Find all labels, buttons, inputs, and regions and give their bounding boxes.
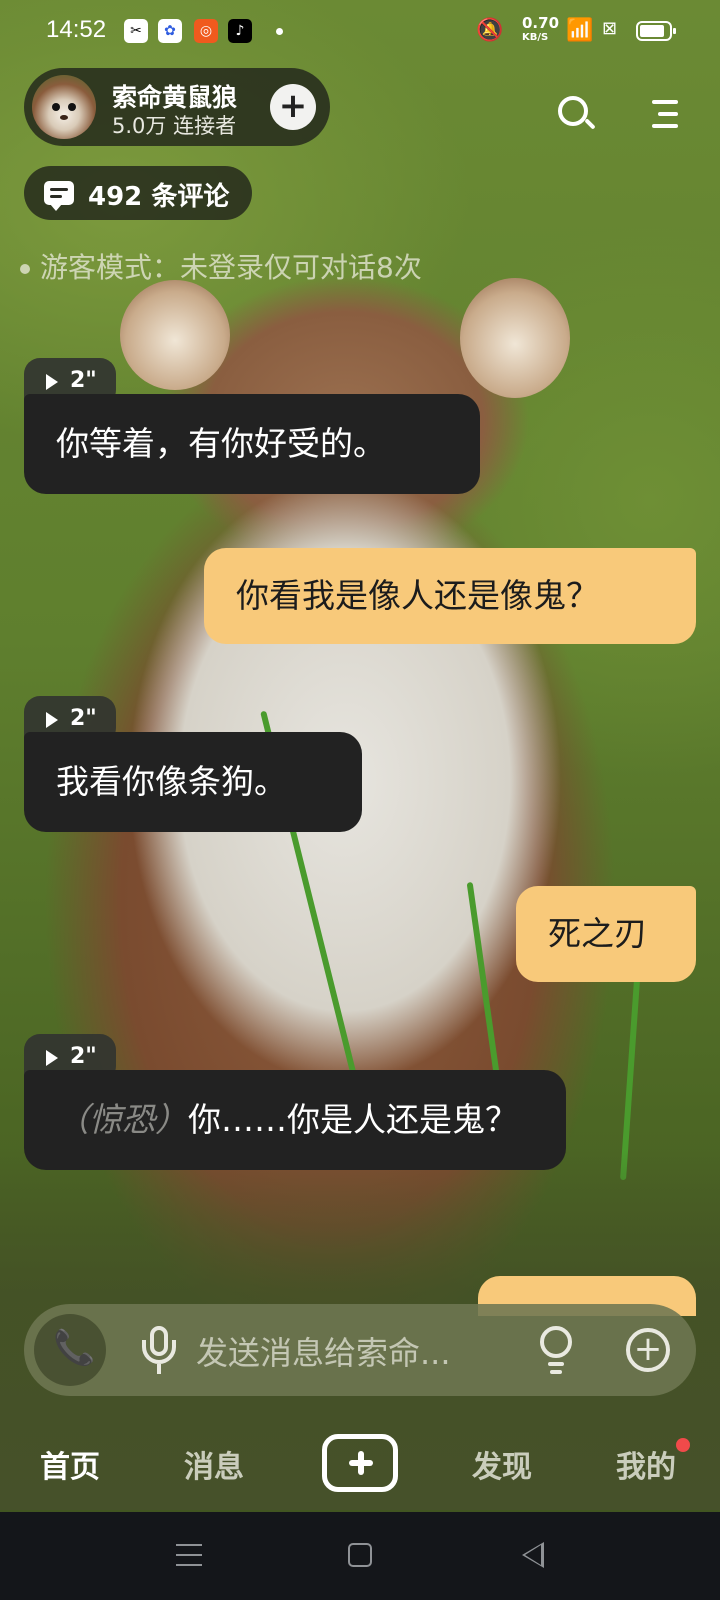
- guest-mode-text: 游客模式：未登录仅可对话8次: [40, 251, 422, 284]
- user-message-bubble[interactable]: 死之刃: [516, 886, 696, 982]
- message-input[interactable]: 发送消息给索命...: [196, 1328, 451, 1374]
- phone-icon: 📞: [53, 1328, 96, 1368]
- bot-message-bubble[interactable]: 我看你像条狗。: [24, 732, 362, 832]
- bot-message-bubble[interactable]: （惊恐）你……你是人还是鬼？: [24, 1070, 566, 1170]
- notification-badge: [676, 1438, 690, 1452]
- status-bar: 14:52 ✂ ✿ ◎ ♪ 🔕 0.70 KB/S 📶 ⊠: [0, 0, 720, 66]
- bottom-navigation: 首页 消息 发现 我的: [0, 1418, 720, 1512]
- add-attachment-icon[interactable]: +: [626, 1328, 670, 1372]
- battery-icon: [636, 21, 676, 41]
- net-speed-unit: KB/S: [522, 32, 549, 43]
- tiktok-icon: ♪: [228, 19, 252, 43]
- nav-discover[interactable]: 发现: [472, 1442, 532, 1486]
- comments-button[interactable]: 492 条评论: [24, 166, 252, 220]
- nav-mine[interactable]: 我的: [616, 1442, 676, 1486]
- back-icon[interactable]: [522, 1542, 544, 1568]
- comment-icon: [44, 181, 74, 211]
- message-input-bar: 📞 发送消息给索命... +: [24, 1304, 696, 1396]
- message-text: 死之刃: [548, 914, 647, 953]
- message-action: （惊恐）: [56, 1100, 188, 1139]
- character-name: 索命黄鼠狼: [112, 83, 238, 112]
- follow-button[interactable]: +: [270, 84, 316, 130]
- mute-icon: 🔕: [476, 18, 504, 43]
- message-text: 你等着，有你好受的。: [56, 424, 386, 463]
- message-text: 你……你是人还是鬼？: [188, 1100, 518, 1139]
- lightbulb-icon[interactable]: [536, 1326, 576, 1376]
- search-icon[interactable]: [554, 92, 598, 136]
- user-message-bubble[interactable]: 你看我是像人还是像鬼？: [204, 548, 696, 644]
- net-speed-value: 0.70: [522, 14, 560, 32]
- create-sparkle-button[interactable]: [322, 1434, 398, 1492]
- nav-messages[interactable]: 消息: [184, 1442, 244, 1486]
- message-text: 我看你像条狗。: [56, 762, 287, 801]
- baidu-icon: ✿: [158, 19, 182, 43]
- home-icon[interactable]: [348, 1543, 372, 1567]
- xiaohongshu-icon: ◎: [194, 19, 218, 43]
- system-navigation-bar: [0, 1512, 720, 1600]
- character-profile-card[interactable]: 索命黄鼠狼 5.0万 连接者 +: [24, 68, 330, 146]
- wifi-icon: 📶: [566, 18, 594, 43]
- capcut-icon: ✂: [124, 19, 148, 43]
- sim-icon: ⊠: [602, 18, 618, 39]
- comments-count: 492 条评论: [88, 182, 230, 212]
- status-time: 14:52: [46, 16, 107, 43]
- voice-duration: 2": [70, 1044, 97, 1069]
- bullet-dot: [20, 264, 30, 274]
- microphone-icon[interactable]: [140, 1326, 180, 1376]
- notification-dot: [276, 28, 283, 35]
- guest-mode-notice: 游客模式：未登录仅可对话8次: [20, 246, 422, 286]
- avatar[interactable]: [32, 75, 96, 139]
- play-icon: [46, 374, 58, 390]
- voice-duration: 2": [70, 706, 97, 731]
- nav-home[interactable]: 首页: [40, 1442, 100, 1486]
- phone-call-button[interactable]: 📞: [34, 1314, 106, 1386]
- recent-apps-icon[interactable]: [176, 1544, 202, 1566]
- bot-message-bubble[interactable]: 你等着，有你好受的。: [24, 394, 480, 494]
- voice-duration: 2": [70, 368, 97, 393]
- connectors-count: 5.0万 连接者: [112, 114, 237, 138]
- play-icon: [46, 1050, 58, 1066]
- menu-icon[interactable]: [636, 92, 680, 136]
- play-icon: [46, 712, 58, 728]
- message-text: 你看我是像人还是像鬼？: [236, 576, 599, 615]
